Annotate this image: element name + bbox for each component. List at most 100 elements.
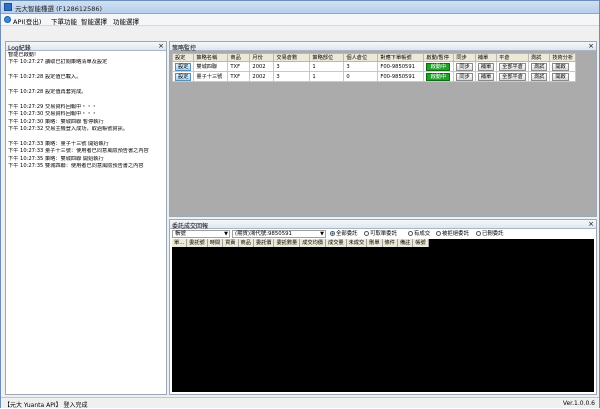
log-list: 智能已啟動! 下午 10:27:27 讀取已訂閱策略清單及設定 下午 10:27… (8, 52, 164, 392)
log-line: 下午 10:27:33 量子十三號：使用者已同意風險預告書之內容 (8, 148, 149, 155)
settings-button[interactable]: 設定 (175, 72, 192, 81)
radio-icon (364, 231, 369, 236)
orders-header-row: 單... 委託號 時間 買賣 商品 委託價 委託數量 成交均價 成交量 未成交 … (172, 239, 429, 247)
filter-rejected[interactable]: 被拒絕委託 (436, 230, 469, 238)
table-row: 設定 量子十三號 TXF 2002 3 1 0 F00-9850591 啟動中 … (171, 71, 577, 82)
app-icon (4, 3, 12, 11)
filter-cancelable[interactable]: 可取單委託 (364, 230, 397, 238)
column-header: 未成交 (346, 239, 368, 247)
filter-filled[interactable]: 有成交 (408, 230, 430, 238)
column-header: 個人倉位 (343, 53, 379, 62)
menu-smart-select[interactable]: 智能選擇 (81, 16, 107, 26)
window-title: 元大智能種選 (F128612586) (15, 5, 103, 13)
log-line: 智能已啟動! (8, 52, 37, 58)
menu-order-functions[interactable]: 下單功能 (51, 16, 77, 26)
close-all-button[interactable]: 全部平倉 (499, 62, 526, 71)
product: TXF (227, 71, 251, 82)
fill-order-button[interactable]: 補單 (477, 62, 495, 71)
sync-button[interactable]: 同步 (456, 62, 473, 71)
column-header: 時間 (207, 239, 224, 247)
column-header: 同步 (453, 53, 476, 62)
product: TXF (227, 61, 251, 72)
close-icon[interactable]: × (588, 42, 594, 50)
account: F00-9850591 (377, 61, 425, 72)
menu-function-select[interactable]: 功能選擇 (113, 16, 139, 26)
log-line: 下午 10:27:35 雙城四聯：使用者已同意風險預告書之內容 (8, 163, 144, 170)
strategy-name: 雙城四聯 (193, 61, 229, 72)
close-icon[interactable]: × (588, 220, 594, 228)
log-line: 下午 10:27:28 設定值再套完成。 (8, 89, 87, 96)
radio-icon (408, 231, 413, 236)
column-header: 商品 (227, 53, 251, 62)
account-select[interactable]: (期貨)鴻代號:9850591 ▼ (232, 230, 326, 238)
column-header: 委託數量 (274, 239, 301, 247)
radio-icon (476, 231, 481, 236)
table-header-row: 設定 策略名稱 商品 月份 交易倉數 策略部位 個人倉位 對應下單帳號 啟動/暫… (171, 53, 577, 62)
api-icon (4, 16, 11, 23)
close-all-button[interactable]: 全部平倉 (499, 72, 526, 81)
analysis-open-button[interactable]: 開啟 (552, 62, 569, 71)
chevron-down-icon: ▼ (224, 231, 228, 237)
settings-button[interactable]: 設定 (175, 62, 192, 71)
log-line: 下午 10:27:30 策略：雙城四聯 暫停執行 (8, 118, 104, 125)
column-header: 對應下單帳號 (377, 53, 425, 62)
column-header: 月份 (249, 53, 275, 62)
test-button[interactable]: 測試 (530, 72, 548, 81)
strategy-panel-title: 策略監控 (172, 45, 197, 52)
account-type-select[interactable]: 帳號 ▼ (172, 230, 230, 238)
column-header: 商品 (238, 239, 254, 247)
column-header: 備註 (397, 239, 414, 247)
trade-lots: 3 (273, 61, 311, 72)
fill-order-button[interactable]: 補單 (477, 72, 495, 81)
column-header: 成交量 (326, 239, 347, 247)
log-panel-header: Log紀錄 × (6, 42, 166, 52)
column-header: 補單 (474, 53, 498, 62)
log-line: 下午 10:27:33 策略：量子十三號 開始執行 (8, 140, 109, 147)
log-line: 下午 10:27:32 交易主機登入成功，取過帳號資訊。 (8, 126, 128, 133)
filter-all-orders[interactable]: 全部委託 (330, 230, 358, 238)
filter-deleted[interactable]: 已刪委託 (476, 230, 504, 238)
strategy-table: 設定 策略名稱 商品 月份 交易倉數 策略部位 個人倉位 對應下單帳號 啟動/暫… (171, 53, 577, 82)
menu-bar: API(登出) 下單功能 智能選擇 功能選擇 (1, 14, 599, 26)
orders-grid: 單... 委託號 時間 買賣 商品 委託價 委託數量 成交均價 成交量 未成交 … (172, 239, 594, 392)
log-line: 下午 10:27:27 讀取已訂閱策略清單及設定 (8, 59, 108, 66)
radio-icon (330, 231, 335, 236)
status-bar: 【元大 Yuanta API】 登入完成 Ver.1.0.0.6 (1, 397, 599, 409)
column-header: 委託號 (187, 239, 208, 247)
test-button[interactable]: 測試 (530, 62, 548, 71)
start-pause-button[interactable]: 啟動中 (426, 72, 451, 81)
close-icon[interactable]: × (158, 42, 164, 50)
personal-position: 3 (343, 61, 379, 72)
menu-api-logout[interactable]: API(登出) (13, 16, 41, 26)
log-line: 下午 10:27:29 交易資料回報中・・・ (8, 103, 97, 110)
personal-position: 0 (343, 71, 379, 82)
radio-icon (436, 231, 441, 236)
orders-panel: 委託成交回報 × 帳號 ▼ (期貨)鴻代號:9850591 ▼ 全部委託 可取單… (169, 219, 597, 395)
strategy-panel-header: 策略監控 × (170, 42, 596, 52)
column-header: 策略名稱 (193, 53, 229, 62)
column-header: 交易倉數 (273, 53, 311, 62)
month: 2002 (249, 61, 275, 72)
version-text: Ver.1.0.0.6 (562, 400, 595, 407)
column-header: 單... (172, 239, 188, 247)
log-line: 下午 10:27:28 設定值已載入。 (8, 74, 82, 81)
column-header: 刪單 (367, 239, 383, 247)
month: 2002 (249, 71, 275, 82)
table-row: 設定 雙城四聯 TXF 2002 3 1 3 F00-9850591 啟動中 同… (171, 61, 577, 72)
column-header: 技術分析 (549, 53, 577, 62)
sync-button[interactable]: 同步 (456, 72, 473, 81)
strategy-position: 1 (309, 71, 345, 82)
log-panel-title: Log紀錄 (8, 45, 31, 52)
log-line: 下午 10:27:35 策略：雙城四聯 開始執行 (8, 155, 104, 162)
orders-panel-header: 委託成交回報 × (170, 220, 596, 230)
column-header: 策略部位 (309, 53, 345, 62)
analysis-open-button[interactable]: 開啟 (552, 72, 569, 81)
account: F00-9850591 (377, 71, 425, 82)
start-pause-button[interactable]: 啟動中 (426, 62, 451, 71)
trade-lots: 3 (273, 71, 311, 82)
chevron-down-icon: ▼ (320, 231, 324, 237)
